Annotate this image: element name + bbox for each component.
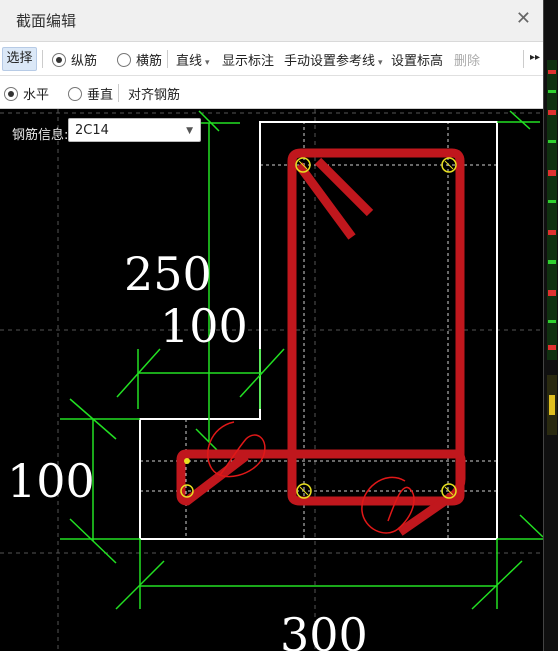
toolbar-divider: [118, 84, 119, 102]
dimension-100-left: 100: [7, 454, 95, 508]
toolbar-divider: [167, 50, 168, 68]
stirrup-radio[interactable]: 横筋: [117, 50, 162, 69]
horizontal-label: 水平: [23, 88, 50, 103]
rebar-info-value: 2C14: [75, 123, 109, 138]
vertical-label: 垂直: [87, 88, 114, 103]
horizontal-radio[interactable]: 水平: [4, 84, 49, 103]
line-label: 直线: [176, 54, 203, 69]
manual-ref-label: 手动设置参考线: [284, 54, 376, 69]
background-cad-strip: [543, 0, 558, 651]
radio-unselected-icon: [68, 87, 82, 101]
chevron-down-icon: ▾: [378, 58, 383, 68]
show-dims-button[interactable]: 显示标注: [222, 50, 274, 69]
dimension-lines: [60, 110, 543, 610]
alignment-toolbar: 水平 垂直 对齐钢筋: [0, 76, 543, 109]
select-button[interactable]: 选择: [2, 47, 37, 71]
section-editor-window: 截面编辑 ✕ 选择 纵筋 横筋 直线 ▾ 显示标注 手动设置参考线 ▾ 设置标高 删…: [0, 0, 543, 651]
longitudinal-radio[interactable]: 纵筋: [52, 50, 97, 69]
stirrup-label: 横筋: [136, 54, 163, 69]
dimension-100-top: 100: [160, 299, 248, 353]
toolbar: 选择 纵筋 横筋 直线 ▾ 显示标注 手动设置参考线 ▾ 设置标高 删除 ▸▸: [0, 42, 543, 76]
dimension-250: 250: [124, 247, 212, 301]
radio-unselected-icon: [117, 53, 131, 67]
align-rebar-button[interactable]: 对齐钢筋: [128, 84, 180, 103]
rebar-info-label: 钢筋信息:: [12, 128, 69, 143]
title-bar: 截面编辑 ✕: [0, 0, 543, 42]
radio-selected-icon: [4, 87, 18, 101]
toolbar-divider: [42, 50, 43, 68]
line-dropdown[interactable]: 直线 ▾: [176, 50, 210, 69]
dimension-300: 300: [280, 608, 368, 651]
manual-ref-dropdown[interactable]: 手动设置参考线 ▾: [284, 50, 383, 69]
toolbar-divider: [523, 50, 524, 68]
markup-annotations: [207, 421, 415, 534]
set-elevation-button[interactable]: 设置标高: [391, 50, 443, 69]
drawing-canvas[interactable]: 250 100 100 300: [0, 109, 543, 651]
delete-button[interactable]: 删除: [454, 50, 480, 69]
chevron-down-icon: ▾: [205, 58, 210, 68]
longitudinal-label: 纵筋: [71, 54, 98, 69]
vertical-radio[interactable]: 垂直: [68, 84, 113, 103]
close-icon[interactable]: ✕: [516, 8, 531, 29]
chevron-down-icon: ▼: [186, 126, 193, 136]
window-title: 截面编辑: [16, 12, 77, 30]
rebar-point[interactable]: [184, 458, 190, 464]
more-icon[interactable]: ▸▸: [530, 52, 540, 63]
rebar-info-select[interactable]: 2C14 ▼: [68, 118, 201, 142]
radio-selected-icon: [52, 53, 66, 67]
